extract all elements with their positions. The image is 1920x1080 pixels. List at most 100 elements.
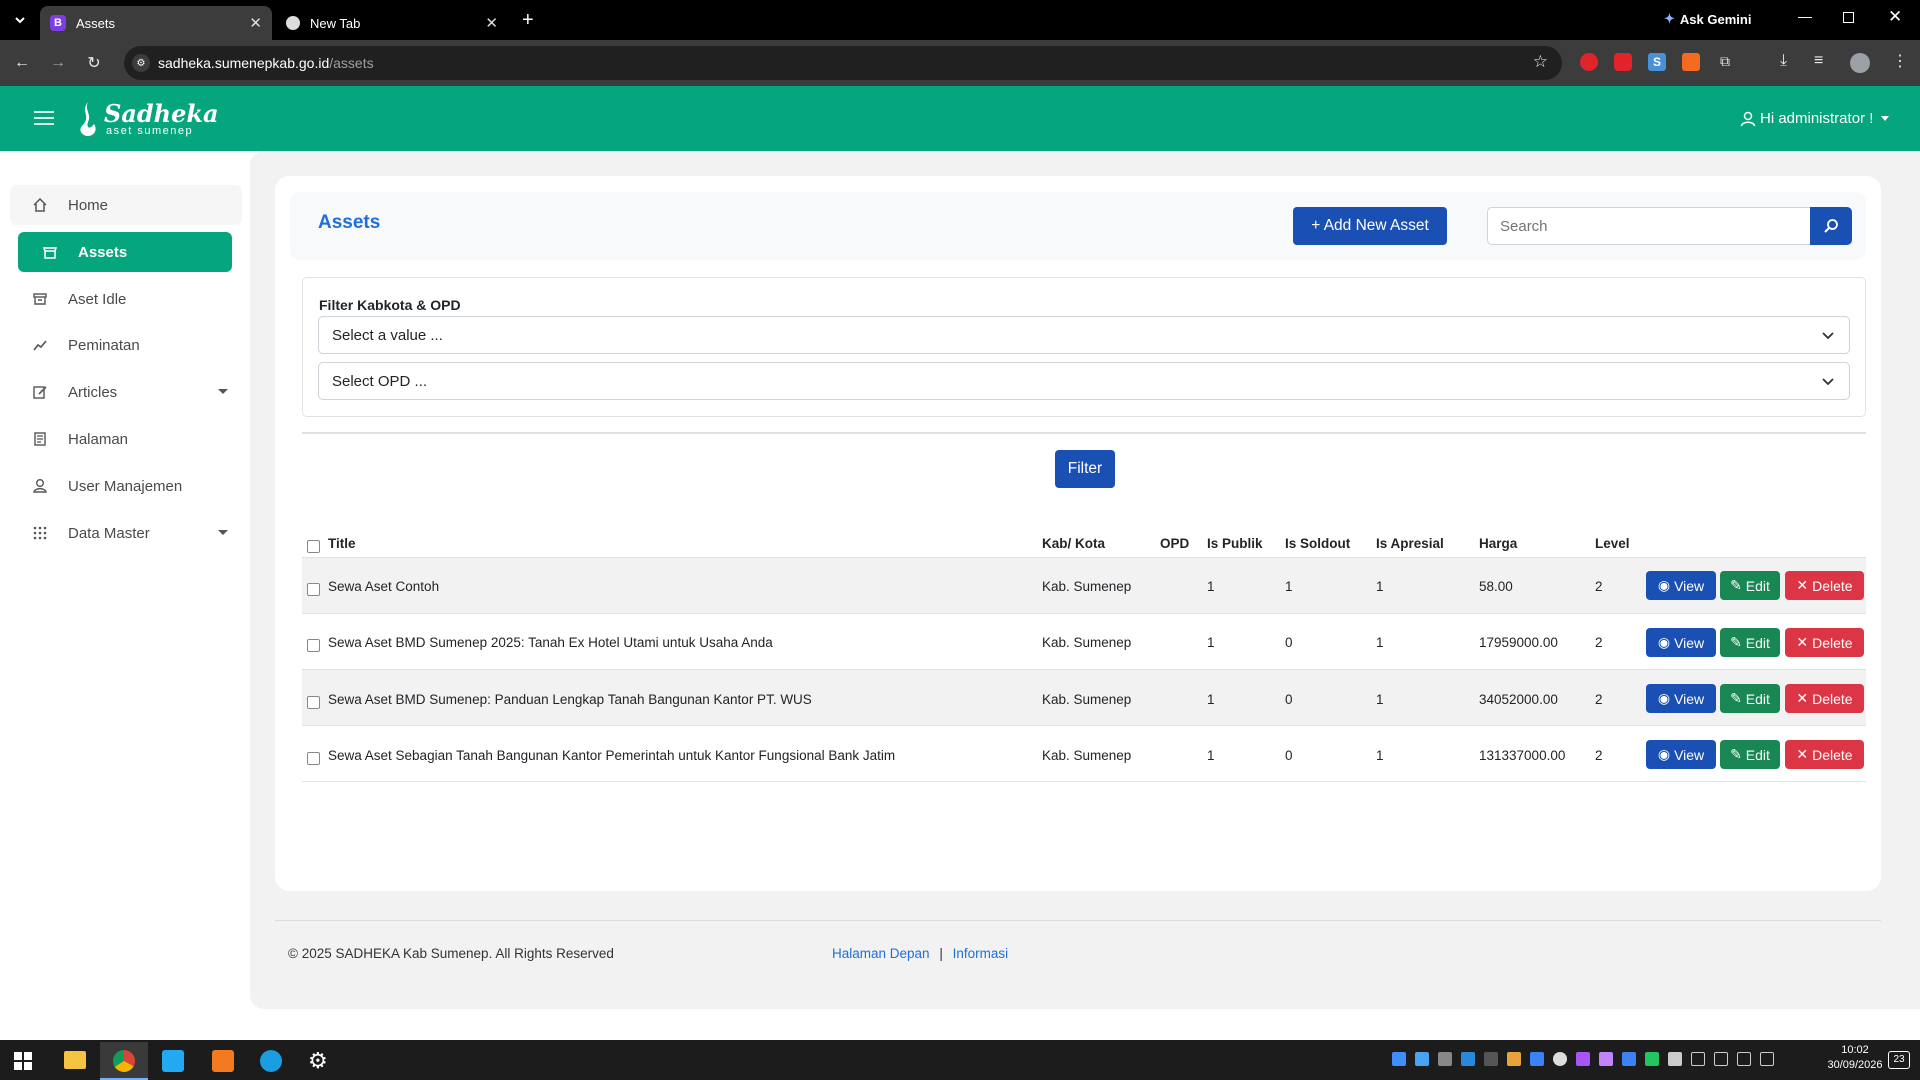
back-arrow-icon[interactable]: ← (12, 53, 32, 73)
address-bar[interactable]: ⚙ sadheka.sumenepkab.go.id/assets ☆ (124, 46, 1562, 80)
edit-button[interactable]: ✎ Edit (1720, 740, 1780, 769)
sidebar-item-peminatan[interactable]: Peminatan (10, 325, 242, 365)
view-button[interactable]: ◉ View (1646, 740, 1716, 769)
windows-start-icon[interactable] (14, 1052, 32, 1070)
display-icon[interactable] (1760, 1052, 1774, 1066)
cell-publik: 1 (1207, 692, 1215, 707)
tray-app-icon[interactable] (1599, 1052, 1613, 1066)
download-icon[interactable]: ⤓ (1780, 52, 1787, 70)
tab-search-icon[interactable] (10, 10, 30, 30)
battery-icon[interactable] (1691, 1052, 1705, 1066)
browser-menu-icon[interactable]: ⋮ (1892, 51, 1908, 71)
hamburger-menu-icon[interactable] (34, 110, 54, 126)
tray-app-icon[interactable] (1415, 1052, 1429, 1066)
minimize-icon[interactable]: — (1798, 8, 1812, 24)
forward-arrow-icon[interactable]: → (48, 53, 68, 73)
sidebar-item-halaman[interactable]: Halaman (10, 419, 242, 459)
bluetooth-icon[interactable] (1622, 1052, 1636, 1066)
sidebar-item-user-manajemen[interactable]: User Manajemen (10, 466, 242, 506)
restore-icon[interactable] (1843, 12, 1854, 23)
new-tab-plus-icon[interactable]: + (522, 9, 534, 32)
row-checkbox[interactable] (307, 639, 320, 652)
extension-youtube-icon[interactable] (1614, 53, 1632, 71)
tray-app-icon[interactable] (1530, 1052, 1544, 1066)
tray-app-icon[interactable] (1576, 1052, 1590, 1066)
row-checkbox[interactable] (307, 752, 320, 765)
window-close-icon[interactable]: ✕ (1888, 7, 1902, 27)
sidebar-item-articles[interactable]: Articles (10, 372, 242, 412)
column-title[interactable]: Title (328, 536, 356, 551)
column-is-soldout[interactable]: Is Soldout (1285, 536, 1350, 551)
sidebar-item-assets[interactable]: Assets (18, 232, 232, 272)
tray-app-icon[interactable] (1668, 1052, 1682, 1066)
delete-button[interactable]: ✕ Delete (1785, 740, 1864, 769)
view-button[interactable]: ◉ View (1646, 571, 1716, 600)
close-icon[interactable]: ✕ (485, 14, 498, 32)
sidebar-item-data-master[interactable]: Data Master (10, 513, 242, 553)
footer-link-halaman-depan[interactable]: Halaman Depan (832, 946, 930, 961)
vscode-icon[interactable] (162, 1050, 184, 1072)
edge-icon[interactable] (260, 1050, 282, 1072)
search-input[interactable] (1487, 207, 1811, 245)
file-explorer-icon[interactable] (64, 1051, 86, 1069)
reload-icon[interactable]: ↻ (84, 53, 104, 73)
filter-button[interactable]: Filter (1055, 450, 1115, 488)
delete-button[interactable]: ✕ Delete (1785, 571, 1864, 600)
tray-app-icon[interactable] (1507, 1052, 1521, 1066)
delete-button[interactable]: ✕ Delete (1785, 684, 1864, 713)
tray-app-icon[interactable] (1392, 1052, 1406, 1066)
extension-s-icon[interactable]: S (1648, 53, 1666, 71)
row-checkbox[interactable] (307, 583, 320, 596)
sidebar-item-home[interactable]: Home (10, 185, 242, 225)
view-button[interactable]: ◉ View (1646, 628, 1716, 657)
footer-link-informasi[interactable]: Informasi (953, 946, 1009, 961)
clock[interactable]: 10:02 30/09/2026 (1820, 1044, 1890, 1071)
ask-gemini-button[interactable]: ✦ Ask Gemini (1664, 11, 1751, 27)
search-button[interactable] (1810, 207, 1852, 245)
settings-gear-icon[interactable]: ⚙ (308, 1048, 328, 1074)
select-all-checkbox[interactable] (307, 540, 320, 553)
close-icon[interactable]: ✕ (249, 14, 262, 32)
system-tray-icons (1392, 1052, 1774, 1066)
column-kab-kota[interactable]: Kab/ Kota (1042, 536, 1105, 551)
profile-avatar[interactable] (1850, 53, 1870, 73)
user-menu-dropdown[interactable]: Hi administrator ! (1740, 110, 1890, 127)
column-is-apresial[interactable]: Is Apresial (1376, 536, 1444, 551)
column-opd[interactable]: OPD (1160, 536, 1189, 551)
extension-red-icon[interactable] (1580, 53, 1598, 71)
edit-button[interactable]: ✎ Edit (1720, 628, 1780, 657)
network-icon[interactable] (1714, 1052, 1728, 1066)
clock-date: 30/09/2026 (1827, 1059, 1883, 1071)
column-level[interactable]: Level (1595, 536, 1630, 551)
tray-app-icon[interactable] (1484, 1052, 1498, 1066)
sidebar-item-aset-idle[interactable]: Aset Idle (10, 279, 242, 319)
extensions-puzzle-icon[interactable]: ⧉ (1716, 53, 1734, 71)
tab-new-tab[interactable]: New Tab ✕ (276, 6, 508, 40)
filter-title: Filter Kabkota & OPD (319, 297, 461, 313)
column-is-publik[interactable]: Is Publik (1207, 536, 1263, 551)
extension-orange-icon[interactable] (1682, 53, 1700, 71)
cell-title: Sewa Aset Contoh (328, 579, 440, 594)
edit-button[interactable]: ✎ Edit (1720, 684, 1780, 713)
view-button[interactable]: ◉ View (1646, 684, 1716, 713)
sublime-icon[interactable] (212, 1050, 234, 1072)
chrome-taskbar-icon[interactable] (100, 1042, 148, 1080)
kabkota-select[interactable]: Select a value ... (318, 316, 1850, 354)
site-info-icon[interactable]: ⚙ (132, 54, 150, 72)
tray-app-icon[interactable] (1438, 1052, 1452, 1066)
add-new-asset-button[interactable]: + Add New Asset (1293, 207, 1447, 245)
tab-assets[interactable]: B Assets ✕ (40, 6, 272, 40)
bookmark-star-icon[interactable]: ☆ (1533, 52, 1548, 72)
notification-badge[interactable]: 23 (1888, 1051, 1910, 1069)
column-harga[interactable]: Harga (1479, 536, 1517, 551)
opd-select[interactable]: Select OPD ... (318, 362, 1850, 400)
edit-button[interactable]: ✎ Edit (1720, 571, 1780, 600)
media-queue-icon[interactable]: ≡ (1814, 52, 1823, 70)
sadheka-logo[interactable]: Sadheka aset sumenep (76, 98, 219, 140)
tray-app-icon[interactable] (1461, 1052, 1475, 1066)
row-checkbox[interactable] (307, 696, 320, 709)
volume-icon[interactable] (1737, 1052, 1751, 1066)
delete-button[interactable]: ✕ Delete (1785, 628, 1864, 657)
tray-app-icon[interactable] (1553, 1052, 1567, 1066)
tray-app-icon[interactable] (1645, 1052, 1659, 1066)
